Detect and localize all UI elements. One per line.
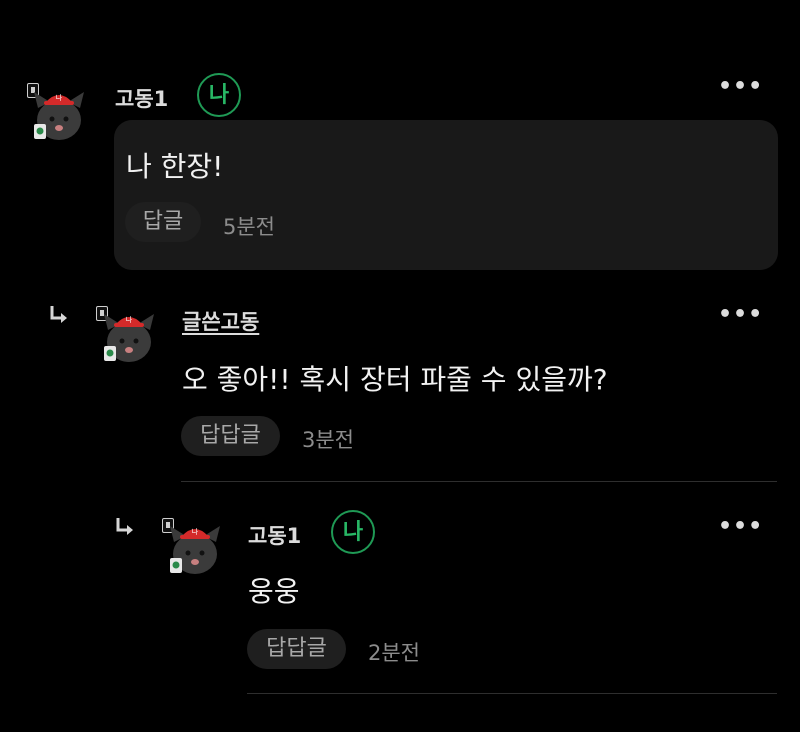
- comment-text: 오 좋아!! 혹시 장터 파줄 수 있을까?: [182, 363, 608, 396]
- comment-text: 웅웅: [248, 575, 300, 608]
- divider: [247, 693, 777, 694]
- more-horizontal-icon[interactable]: •••: [718, 302, 763, 327]
- me-badge: 나: [331, 510, 375, 554]
- comment-text: 나 한장!: [126, 150, 224, 183]
- reply-arrow-icon: [50, 306, 67, 323]
- reply-button[interactable]: 답답글: [247, 629, 346, 669]
- avatar[interactable]: 나: [164, 520, 226, 582]
- svg-text:나: 나: [56, 93, 63, 102]
- author-name[interactable]: 고동1: [248, 520, 301, 550]
- reply-button[interactable]: 답답글: [181, 416, 280, 456]
- comment-bubble: [114, 120, 778, 270]
- svg-text:나: 나: [126, 315, 133, 324]
- me-badge: 나: [197, 73, 241, 117]
- avatar[interactable]: 나: [98, 308, 160, 370]
- reply-arrow-icon: [116, 518, 133, 535]
- author-name[interactable]: 고동1: [115, 83, 168, 113]
- more-horizontal-icon[interactable]: •••: [718, 514, 763, 539]
- avatar[interactable]: 나: [28, 86, 90, 148]
- author-name[interactable]: 글쓴고동: [182, 306, 259, 336]
- divider: [181, 481, 777, 482]
- timestamp: 3분전: [302, 428, 355, 452]
- reply-button[interactable]: 답글: [125, 202, 201, 242]
- timestamp: 5분전: [223, 215, 276, 239]
- timestamp: 2분전: [368, 641, 421, 665]
- svg-text:나: 나: [192, 527, 199, 536]
- more-horizontal-icon[interactable]: •••: [718, 74, 763, 99]
